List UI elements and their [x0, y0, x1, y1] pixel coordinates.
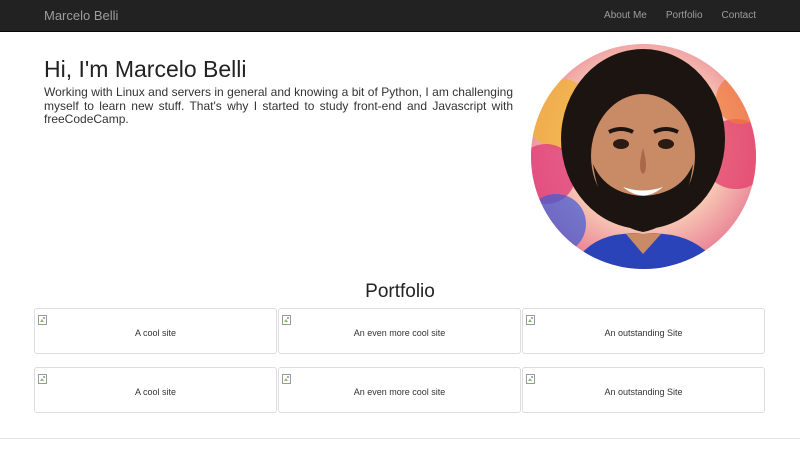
card-caption: An outstanding Site [604, 387, 683, 397]
broken-image-icon [282, 312, 291, 325]
card-caption: An even more cool site [353, 328, 446, 338]
portfolio-card[interactable]: An outstanding Site [522, 367, 765, 413]
portfolio-card[interactable]: An even more cool site [278, 308, 521, 354]
broken-image-icon [526, 371, 535, 384]
broken-image-icon [282, 371, 291, 384]
broken-image-icon [38, 312, 47, 325]
portrait-illustration [531, 44, 756, 269]
card-caption: An even more cool site [353, 387, 446, 397]
portfolio-row: A cool site An even more cool site An ou… [34, 367, 766, 413]
portfolio-heading: Portfolio [365, 281, 435, 302]
portfolio-card[interactable]: An outstanding Site [522, 308, 765, 354]
portfolio-grid: A cool site An even more cool site An ou… [34, 308, 766, 426]
card-caption: An outstanding Site [604, 328, 683, 338]
card-caption: A cool site [134, 387, 177, 397]
nav-link-contact[interactable]: Contact [722, 10, 756, 21]
portfolio-card[interactable]: An even more cool site [278, 367, 521, 413]
intro-paragraph: Working with Linux and servers in genera… [44, 85, 513, 126]
portfolio-card[interactable]: A cool site [34, 367, 277, 413]
nav-link-about-me[interactable]: About Me [604, 10, 647, 21]
intro-heading: Hi, I'm Marcelo Belli [44, 56, 247, 82]
broken-image-icon [38, 371, 47, 384]
card-caption: A cool site [134, 328, 177, 338]
portfolio-row: A cool site An even more cool site An ou… [34, 308, 766, 354]
top-navbar: Marcelo Belli About Me Portfolio Contact [0, 0, 800, 32]
footer-divider [0, 438, 800, 439]
nav-links: About Me Portfolio Contact [604, 10, 756, 21]
brand-link[interactable]: Marcelo Belli [44, 8, 118, 23]
portfolio-card[interactable]: A cool site [34, 308, 277, 354]
profile-avatar [531, 44, 756, 269]
broken-image-icon [526, 312, 535, 325]
nav-link-portfolio[interactable]: Portfolio [666, 10, 703, 21]
